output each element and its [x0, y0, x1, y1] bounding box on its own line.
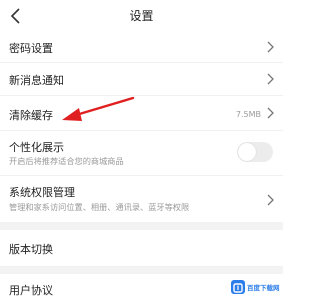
section-divider — [0, 267, 283, 274]
cache-size-value: 7.5MB — [235, 110, 261, 119]
watermark-logo: 百度下载网 — [231, 278, 280, 296]
section-divider — [0, 222, 283, 230]
settings-item-subtitle: 开启后将推荐适合您的商城商品 — [9, 156, 124, 166]
settings-item-label: 用户协议 — [9, 284, 53, 297]
toggle-knob — [238, 143, 256, 161]
chevron-right-icon — [266, 41, 274, 53]
settings-item-subtitle: 管理和家系访问位置、相册、通讯录、蓝牙等权限 — [9, 202, 190, 212]
chevron-right-icon — [266, 107, 274, 119]
chevron-right-icon — [266, 73, 274, 85]
top-bar: 设置 — [0, 0, 283, 32]
settings-item-label: 清除缓存 — [9, 109, 53, 122]
settings-item-label: 个性化展示 — [9, 141, 64, 154]
settings-item-personalized: 个性化展示 开启后将推荐适合您的商城商品 — [0, 131, 283, 176]
settings-item-label: 密码设置 — [9, 42, 53, 55]
settings-item-notifications[interactable]: 新消息通知 — [0, 63, 283, 96]
settings-item-password[interactable]: 密码设置 — [0, 32, 283, 63]
settings-item-label: 版本切换 — [9, 243, 53, 256]
settings-item-clear-cache[interactable]: 清除缓存 7.5MB — [0, 96, 283, 131]
watermark-text: 百度下载网 — [247, 284, 280, 292]
download-site-logo-icon — [231, 280, 245, 294]
chevron-right-icon — [266, 194, 274, 206]
settings-item-label: 新消息通知 — [9, 74, 64, 87]
settings-item-version[interactable]: 版本切换 — [0, 230, 283, 267]
settings-item-permissions[interactable]: 系统权限管理 管理和家系访问位置、相册、通讯录、蓝牙等权限 — [0, 176, 283, 222]
settings-item-label: 系统权限管理 — [9, 186, 75, 199]
personalized-toggle[interactable] — [237, 142, 273, 162]
page-title: 设置 — [129, 9, 154, 23]
